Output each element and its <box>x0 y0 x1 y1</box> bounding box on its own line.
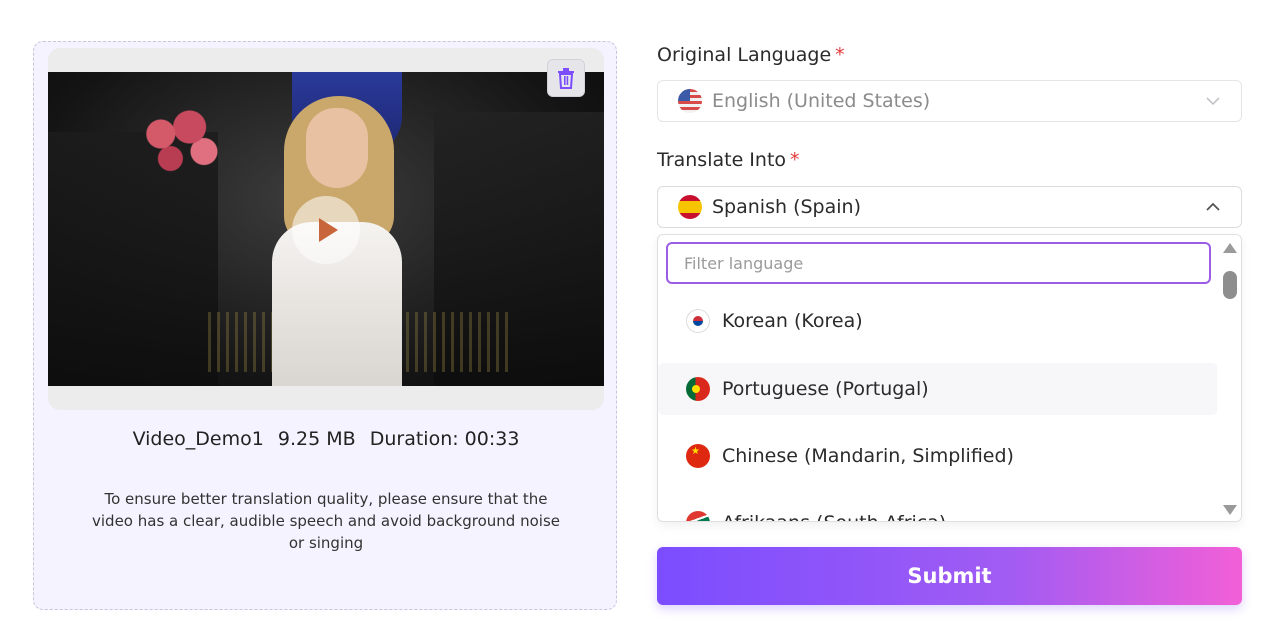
portugal-flag-icon <box>686 377 710 401</box>
video-preview-frame <box>48 48 604 410</box>
required-mark: * <box>835 44 845 66</box>
scrollbar-thumb[interactable] <box>1223 271 1237 299</box>
scroll-up-arrow-icon[interactable] <box>1223 243 1237 253</box>
submit-button[interactable]: Submit <box>657 547 1242 605</box>
korea-flag-icon <box>686 309 710 333</box>
play-icon <box>319 218 338 242</box>
language-dropdown: Korean (Korea) Portuguese (Portugal) Chi… <box>657 234 1242 522</box>
file-name: Video_Demo1 <box>132 428 264 450</box>
file-info: Video_Demo1 9.25 MB Duration: 00:33 <box>34 428 618 450</box>
original-language-label: Original Language * <box>657 44 845 66</box>
original-language-select[interactable]: English (United States) <box>657 80 1242 122</box>
translate-into-select[interactable]: Spanish (Spain) <box>657 186 1242 228</box>
language-option-korean[interactable]: Korean (Korea) <box>658 295 1218 347</box>
video-upload-card: Video_Demo1 9.25 MB Duration: 00:33 To e… <box>33 41 617 610</box>
translate-into-value: Spanish (Spain) <box>712 196 861 218</box>
file-size: 9.25 MB <box>277 428 356 450</box>
file-duration: Duration: 00:33 <box>369 428 520 450</box>
original-language-value: English (United States) <box>712 90 931 112</box>
filter-language-input[interactable] <box>666 242 1211 284</box>
south-africa-flag-icon <box>686 511 710 521</box>
dropdown-scrollbar[interactable] <box>1217 235 1241 521</box>
translate-into-label: Translate Into * <box>657 149 800 171</box>
required-mark: * <box>790 149 800 171</box>
delete-video-button[interactable] <box>547 59 585 97</box>
video-thumbnail[interactable] <box>48 72 604 386</box>
china-flag-icon <box>686 444 710 468</box>
us-flag-icon <box>678 89 702 113</box>
chevron-up-icon <box>1206 202 1220 211</box>
language-option-afrikaans[interactable]: Afrikaans (South Africa) <box>658 497 1218 521</box>
language-option-chinese[interactable]: Chinese (Mandarin, Simplified) <box>658 430 1218 482</box>
spain-flag-icon <box>678 195 702 219</box>
trash-icon <box>558 68 574 89</box>
scroll-down-arrow-icon[interactable] <box>1223 505 1237 515</box>
quality-hint: To ensure better translation quality, pl… <box>92 490 560 552</box>
language-option-portuguese[interactable]: Portuguese (Portugal) <box>658 363 1218 415</box>
chevron-down-icon <box>1206 97 1220 106</box>
play-button[interactable] <box>292 196 360 264</box>
